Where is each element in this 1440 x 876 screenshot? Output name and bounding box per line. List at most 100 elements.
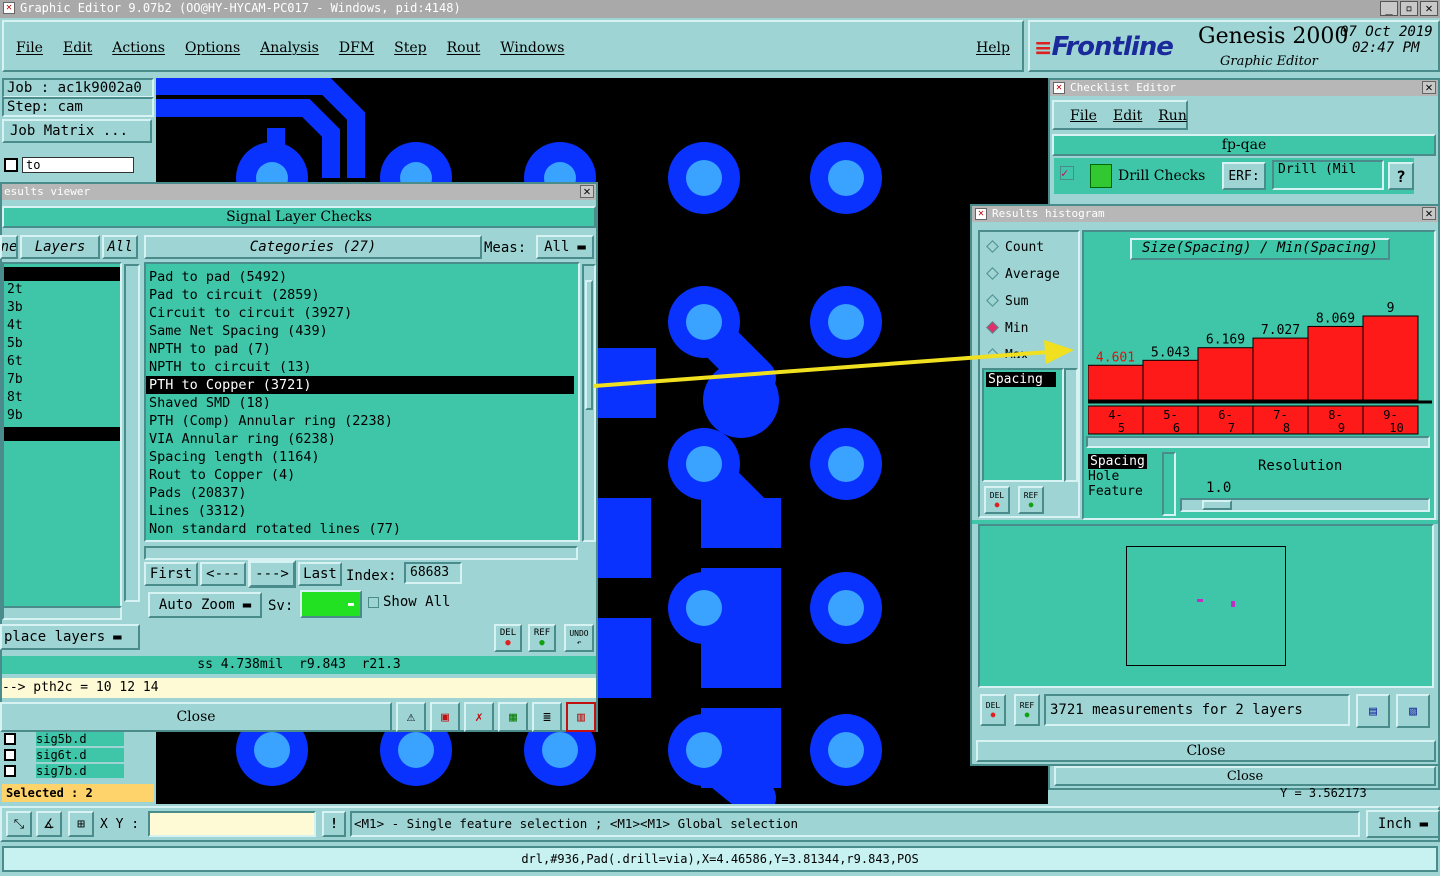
category-item[interactable]: Circuit to circuit (3927)	[146, 304, 578, 322]
preview-ref-button[interactable]: REF ●	[1014, 694, 1040, 726]
last-button[interactable]: Last	[298, 562, 342, 586]
ref-button[interactable]: REF ●	[528, 624, 556, 652]
category-item[interactable]: Spacing length (1164)	[146, 448, 578, 466]
axis-item-spacing[interactable]: Spacing	[1088, 454, 1147, 469]
radio-selected-icon[interactable]	[986, 321, 999, 334]
menu-windows[interactable]: Windows	[500, 40, 564, 70]
layer-item[interactable]: 7b	[4, 371, 120, 389]
warning-tool-icon[interactable]: ⚠	[396, 702, 426, 732]
measure-item-spacing[interactable]: Spacing	[986, 372, 1056, 387]
next-button[interactable]: --->	[248, 560, 296, 588]
job-matrix-button[interactable]: Job Matrix ...	[2, 119, 152, 143]
checkbox-icon[interactable]	[368, 596, 379, 608]
layers-button[interactable]: Layers	[20, 235, 100, 259]
histogram-bar[interactable]	[1142, 359, 1199, 401]
help-button[interactable]: ?	[1388, 162, 1414, 190]
sv-color-dropdown[interactable]: ▬	[300, 590, 362, 618]
resolution-slider[interactable]	[1180, 498, 1430, 512]
category-item[interactable]: NPTH to pad (7)	[146, 340, 578, 358]
layer-item[interactable]: 4t	[4, 317, 120, 335]
category-item[interactable]: Rout to Copper (4)	[146, 466, 578, 484]
layer-hscrollbar[interactable]	[2, 606, 122, 620]
chart-export-icon[interactable]: ▤	[1356, 694, 1390, 728]
histogram-tool-icon[interactable]: ▥	[566, 702, 596, 732]
checklist-menu-edit[interactable]: Edit	[1113, 108, 1142, 128]
check-mark-icon[interactable]: ✓	[1060, 166, 1074, 180]
radio-icon[interactable]	[986, 267, 999, 280]
preview-del-button[interactable]: DEL ●	[980, 694, 1006, 726]
layer-item[interactable]: 6t	[4, 353, 120, 371]
histogram-bar[interactable]	[1088, 364, 1144, 401]
meas-dropdown[interactable]: All ▬	[536, 235, 594, 259]
category-item[interactable]: Pads (20837)	[146, 484, 578, 502]
layer-item[interactable]: 2t	[4, 281, 120, 299]
hist-del-button[interactable]: DEL ●	[984, 486, 1010, 514]
category-item[interactable]: Same Net Spacing (439)	[146, 322, 578, 340]
layer-item[interactable]: 9b	[4, 407, 120, 425]
option-count[interactable]: Count	[986, 240, 1044, 255]
option-max[interactable]: Max	[988, 348, 1028, 358]
checklist-menu-file[interactable]: File	[1070, 108, 1097, 128]
menu-actions[interactable]: Actions	[112, 40, 165, 70]
histogram-bar[interactable]	[1197, 347, 1254, 401]
checklist-menu-run[interactable]: Run	[1158, 108, 1187, 128]
select-tool-icon[interactable]: ⤡	[6, 811, 32, 837]
category-item[interactable]: Lines (3312)	[146, 502, 578, 520]
option-sum[interactable]: Sum	[986, 294, 1028, 309]
index-field[interactable]: 68683	[404, 562, 462, 584]
close-icon[interactable]: ✕	[1422, 81, 1436, 94]
radio-icon[interactable]	[986, 240, 999, 253]
menu-help[interactable]: Help	[976, 40, 1010, 56]
category-item[interactable]: Pad to circuit (2859)	[146, 286, 578, 304]
checkbox-icon[interactable]	[4, 749, 16, 761]
menu-dfm[interactable]: DFM	[339, 40, 374, 70]
clear-tool-icon[interactable]: ✗	[464, 702, 494, 732]
radio-icon[interactable]	[988, 348, 999, 358]
categories-button[interactable]: Categories (27)	[144, 235, 482, 259]
green-tool-icon[interactable]: ▦	[498, 702, 528, 732]
axis-item-hole[interactable]: Hole	[1084, 469, 1174, 484]
xy-input[interactable]	[148, 811, 316, 837]
measure-scrollbar[interactable]	[1064, 368, 1078, 482]
undo-button[interactable]: UNDO ↶	[564, 624, 594, 652]
notes-tool-icon[interactable]: ≣	[532, 702, 562, 732]
ne-button[interactable]: ne	[0, 235, 18, 259]
all-layers-button[interactable]: All	[102, 235, 138, 259]
info-icon[interactable]: !	[322, 811, 346, 837]
menu-file[interactable]: File	[16, 40, 43, 70]
unit-dropdown[interactable]: Inch ▬	[1366, 810, 1440, 838]
category-scrollbar[interactable]	[582, 264, 596, 542]
auto-zoom-button[interactable]: Auto Zoom ▬	[148, 592, 262, 618]
category-item[interactable]: PTH (Comp) Annular ring (2238)	[146, 412, 578, 430]
menu-step[interactable]: Step	[394, 40, 426, 70]
erf-field[interactable]: Drill (Mil	[1272, 160, 1384, 190]
layer-row[interactable]: sig7b.d	[4, 763, 124, 779]
grid-tool-icon[interactable]: ⊞	[68, 811, 94, 837]
layer-item[interactable]	[4, 427, 120, 441]
layer-item[interactable]: 3b	[4, 299, 120, 317]
layer-item[interactable]: 8t	[4, 389, 120, 407]
chart-settings-icon[interactable]: ▧	[1396, 694, 1430, 728]
histogram-bar[interactable]	[1252, 337, 1309, 401]
close-icon[interactable]: ✕	[580, 185, 594, 198]
prev-button[interactable]: <---	[200, 562, 246, 586]
minimize-icon[interactable]: _	[1380, 1, 1398, 16]
histogram-bar[interactable]	[1362, 315, 1419, 401]
layer-row[interactable]: sig5b.d	[4, 731, 124, 747]
histogram-hscrollbar[interactable]	[1086, 436, 1430, 448]
to-field[interactable]: to	[22, 157, 134, 173]
checkbox-icon[interactable]	[4, 733, 16, 745]
menu-edit[interactable]: Edit	[63, 40, 92, 70]
close-icon[interactable]: ✕	[1420, 1, 1438, 16]
checkbox-icon[interactable]	[4, 158, 18, 172]
replace-layers-button[interactable]: place layers ▬	[0, 624, 140, 650]
option-average[interactable]: Average	[986, 267, 1060, 282]
first-button[interactable]: First	[144, 562, 198, 586]
show-all-checkbox[interactable]: Show All	[368, 594, 450, 610]
category-hscrollbar[interactable]	[144, 546, 578, 560]
layer-item[interactable]	[4, 267, 120, 281]
close-icon[interactable]: ✕	[1422, 207, 1436, 220]
category-item[interactable]: VIA Annular ring (6238)	[146, 430, 578, 448]
slider-thumb[interactable]	[1202, 500, 1232, 510]
category-item[interactable]: Shaved SMD (18)	[146, 394, 578, 412]
